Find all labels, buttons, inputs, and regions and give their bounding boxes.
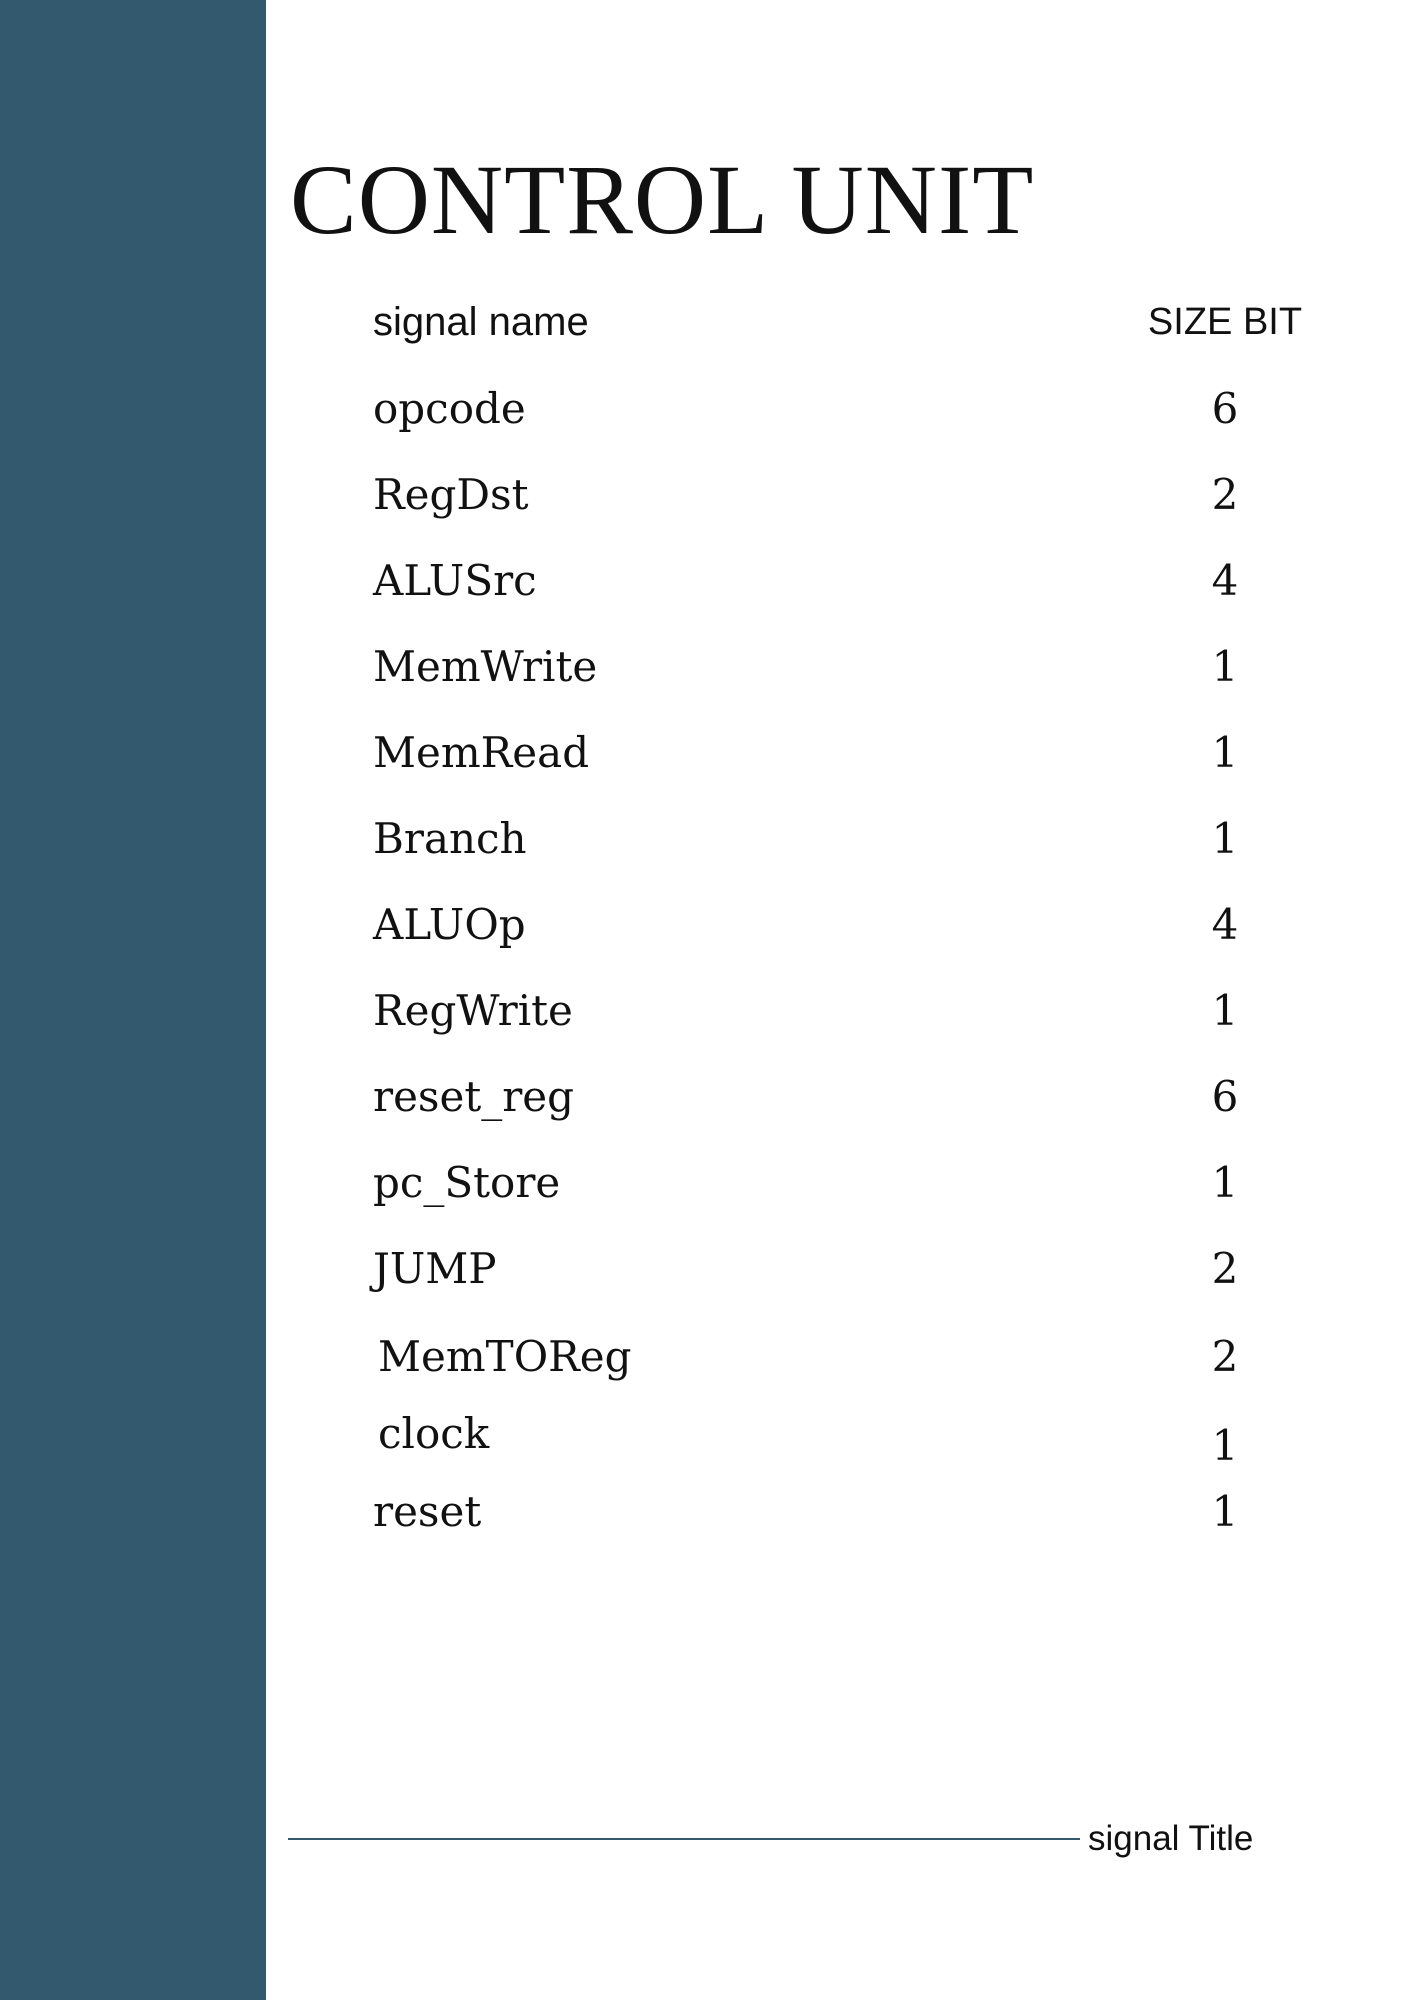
signal-size-cell: 6	[1211, 1072, 1239, 1121]
table-row: RegWrite 1	[0, 983, 1414, 1039]
signal-name-cell: RegWrite	[373, 986, 573, 1035]
table-row: ALUSrc 4	[0, 553, 1414, 609]
table-row: clock 1	[0, 1406, 1414, 1470]
signal-name-cell: clock	[378, 1409, 490, 1458]
footer-divider	[288, 1838, 1080, 1840]
signal-size-cell: 4	[1211, 556, 1239, 605]
signal-size-cell: 2	[1211, 470, 1239, 519]
header-signal-name: signal name	[373, 300, 589, 344]
table-row: MemRead 1	[0, 725, 1414, 781]
footer: signal Title	[288, 1814, 1388, 1864]
footer-label: signal Title	[1088, 1819, 1254, 1858]
table-header: signal name SIZE BIT	[0, 294, 1414, 350]
signal-name-cell: JUMP	[373, 1244, 497, 1293]
table-row: reset_reg 6	[0, 1069, 1414, 1125]
signal-size-cell: 1	[1211, 814, 1239, 863]
table-row: pc_Store 1	[0, 1155, 1414, 1211]
table-row: reset 1	[0, 1484, 1414, 1540]
signal-size-cell: 2	[1211, 1332, 1239, 1381]
signal-name-cell: MemRead	[373, 728, 590, 777]
table-row: Branch 1	[0, 811, 1414, 867]
table-row: MemTOReg 2	[0, 1329, 1414, 1385]
signal-size-cell: 1	[1211, 986, 1239, 1035]
signal-name-cell: MemTOReg	[378, 1332, 632, 1381]
signal-name-cell: RegDst	[373, 470, 529, 519]
signal-name-cell: reset_reg	[373, 1072, 575, 1121]
signal-size-cell: 4	[1211, 900, 1239, 949]
signal-size-cell: 1	[1211, 1158, 1239, 1207]
document-page: CONTROL UNIT signal name SIZE BIT opcode…	[0, 0, 1414, 2000]
signal-name-cell: MemWrite	[373, 642, 598, 691]
signal-name-cell: opcode	[373, 384, 526, 433]
table-row: ALUOp 4	[0, 897, 1414, 953]
signal-table: signal name SIZE BIT opcode 6 RegDst 2 A…	[0, 0, 1414, 2000]
signal-name-cell: Branch	[373, 814, 527, 863]
table-row: JUMP 2	[0, 1241, 1414, 1297]
header-size-bit: SIZE BIT	[1147, 301, 1303, 343]
signal-size-cell: 1	[1211, 1487, 1239, 1536]
table-row: opcode 6	[0, 381, 1414, 437]
signal-name-cell: ALUOp	[373, 900, 526, 949]
signal-size-cell: 6	[1211, 384, 1239, 433]
signal-name-cell: ALUSrc	[373, 556, 537, 605]
table-row: RegDst 2	[0, 467, 1414, 523]
signal-size-cell: 2	[1211, 1244, 1239, 1293]
signal-size-cell: 1	[1211, 642, 1239, 691]
signal-name-cell: pc_Store	[373, 1158, 561, 1207]
table-row: MemWrite 1	[0, 639, 1414, 695]
signal-size-cell: 1	[1211, 1421, 1239, 1470]
signal-name-cell: reset	[373, 1487, 482, 1536]
signal-size-cell: 1	[1211, 728, 1239, 777]
